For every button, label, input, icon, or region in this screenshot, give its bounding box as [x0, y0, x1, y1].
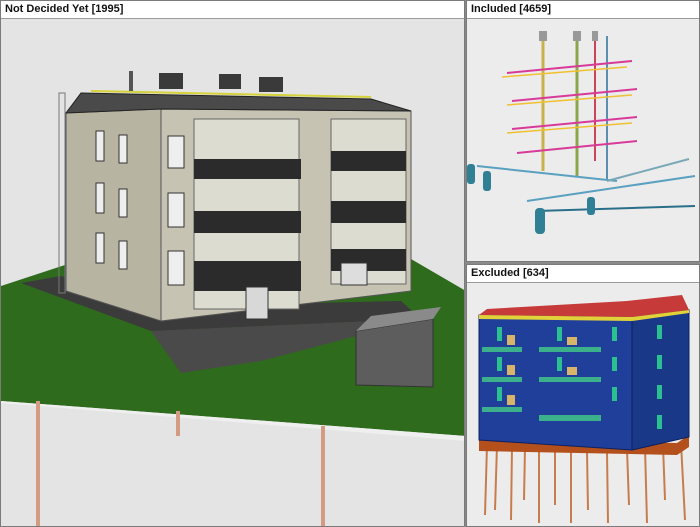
- included-view-title: Included [4659]: [467, 1, 699, 19]
- not-decided-view-title: Not Decided Yet [1995]: [1, 1, 464, 19]
- not-decided-view-panel[interactable]: Not Decided Yet [1995]: [0, 0, 465, 527]
- structural-model-render: [467, 283, 699, 526]
- mep-piping-render: [467, 19, 699, 261]
- building-model-render: [1, 19, 464, 526]
- excluded-view-title: Excluded [634]: [467, 265, 699, 283]
- excluded-view-panel[interactable]: Excluded [634]: [466, 264, 700, 527]
- included-view-panel[interactable]: Included [4659]: [466, 0, 700, 262]
- not-decided-3d-viewport[interactable]: [1, 19, 464, 526]
- included-3d-viewport[interactable]: [467, 19, 699, 261]
- excluded-3d-viewport[interactable]: [467, 283, 699, 526]
